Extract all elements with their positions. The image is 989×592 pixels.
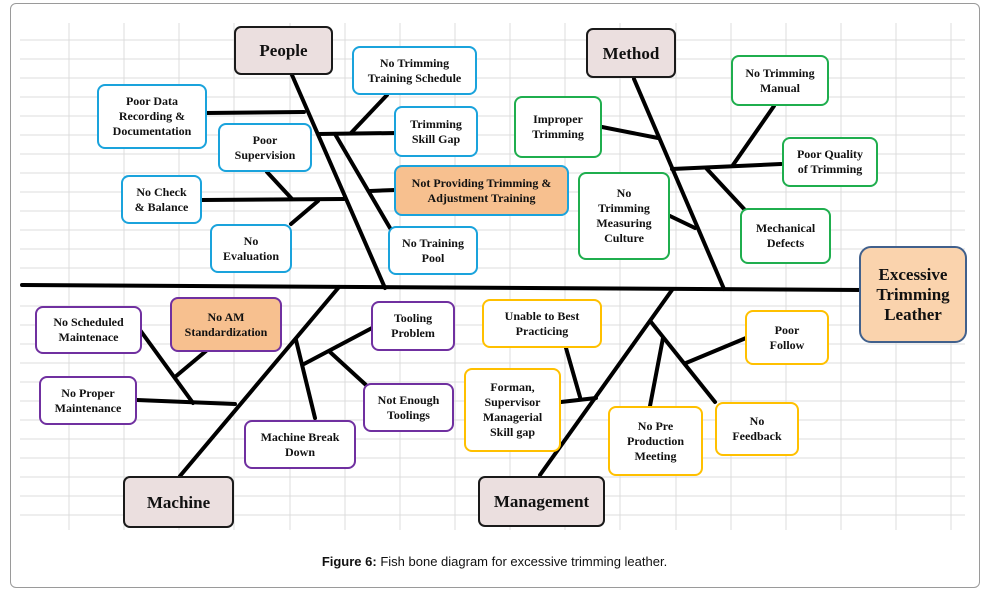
cause-no-check-balance: No Check & Balance: [121, 175, 202, 224]
caption-text: Fish bone diagram for excessive trimming…: [376, 554, 668, 569]
cause-no-trimming-training-schedule: No Trimming Training Schedule: [352, 46, 477, 95]
cause-no-trimming-measuring-culture: No Trimming Measuring Culture: [578, 172, 670, 260]
cause-not-enough-toolings: Not Enough Toolings: [363, 383, 454, 432]
cause-poor-supervision: Poor Supervision: [218, 123, 312, 172]
cause-machine-break-down: Machine Break Down: [244, 420, 356, 469]
effect-head: Excessive Trimming Leather: [859, 246, 967, 343]
figure-caption: Figure 6: Fish bone diagram for excessiv…: [0, 554, 989, 569]
cause-poor-data-recording: Poor Data Recording & Documentation: [97, 84, 207, 149]
category-machine: Machine: [123, 476, 234, 528]
cause-no-am-standardization: No AM Standardization: [170, 297, 282, 352]
category-people: People: [234, 26, 333, 75]
caption-label: Figure 6:: [321, 554, 377, 569]
cause-no-training-pool: No Training Pool: [388, 226, 478, 275]
cause-managerial-skill-gap: Forman, Supervisor Managerial Skill gap: [464, 368, 561, 452]
category-management: Management: [478, 476, 605, 527]
cause-no-pre-production-meeting: No Pre Production Meeting: [608, 406, 703, 476]
cause-mechanical-defects: Mechanical Defects: [740, 208, 831, 264]
cause-poor-quality-trimming: Poor Quality of Trimming: [782, 137, 878, 187]
cause-no-evaluation: No Evaluation: [210, 224, 292, 273]
cause-trimming-skill-gap: Trimming Skill Gap: [394, 106, 478, 157]
cause-not-providing-training: Not Providing Trimming & Adjustment Trai…: [394, 165, 569, 216]
cause-no-trimming-manual: No Trimming Manual: [731, 55, 829, 106]
category-method: Method: [586, 28, 676, 78]
cause-unable-best-practicing: Unable to Best Practicing: [482, 299, 602, 348]
cause-improper-trimming: Improper Trimming: [514, 96, 602, 158]
cause-no-feedback: No Feedback: [715, 402, 799, 456]
cause-tooling-problem: Tooling Problem: [371, 301, 455, 351]
cause-no-scheduled-maintenance: No Scheduled Maintenace: [35, 306, 142, 354]
cause-poor-follow: Poor Follow: [745, 310, 829, 365]
cause-no-proper-maintenance: No Proper Maintenance: [39, 376, 137, 425]
